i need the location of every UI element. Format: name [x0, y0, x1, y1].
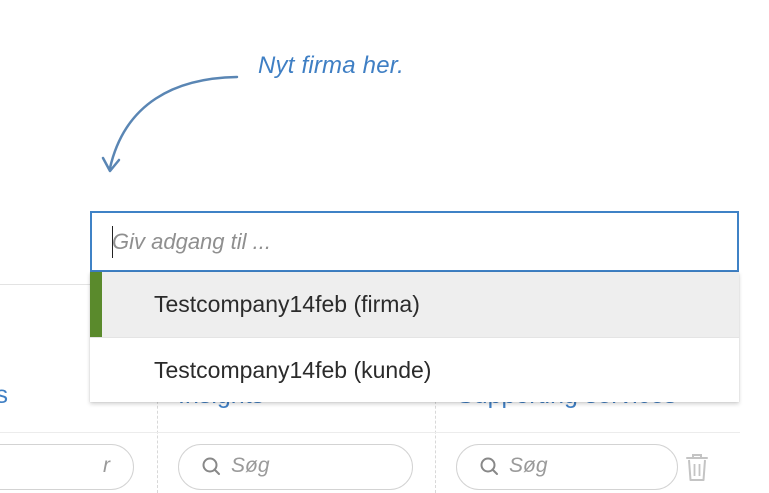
column-separator — [435, 386, 436, 493]
text-caret — [112, 226, 113, 258]
annotation-text: Nyt firma her. — [258, 52, 404, 79]
search-input[interactable]: Søg — [456, 444, 678, 490]
dropdown-option-firma[interactable]: Testcompany14feb (firma) — [90, 272, 739, 337]
curved-arrow-icon — [101, 75, 239, 173]
trash-icon[interactable] — [684, 451, 710, 483]
divider — [0, 284, 92, 285]
search-icon — [202, 457, 220, 475]
search-input[interactable]: Søg — [178, 444, 413, 490]
dropdown-option-label: Testcompany14feb (kunde) — [154, 357, 432, 383]
column-separator — [157, 386, 158, 493]
dropdown-option-kunde[interactable]: Testcompany14feb (kunde) — [90, 337, 739, 402]
search-placeholder: r — [103, 454, 110, 477]
search-input[interactable]: r — [0, 444, 134, 490]
search-placeholder: Søg — [509, 454, 548, 477]
dropdown-option-label: Testcompany14feb (firma) — [154, 291, 420, 317]
search-icon — [480, 457, 498, 475]
page: Nyt firma her. ls Insights Supporting se… — [0, 0, 769, 493]
column-header: ls — [0, 381, 9, 409]
access-input[interactable] — [92, 213, 737, 270]
autocomplete-dropdown: Testcompany14feb (firma) Testcompany14fe… — [90, 272, 739, 402]
access-input-container — [90, 211, 739, 272]
divider — [0, 432, 740, 433]
search-placeholder: Søg — [231, 454, 270, 477]
